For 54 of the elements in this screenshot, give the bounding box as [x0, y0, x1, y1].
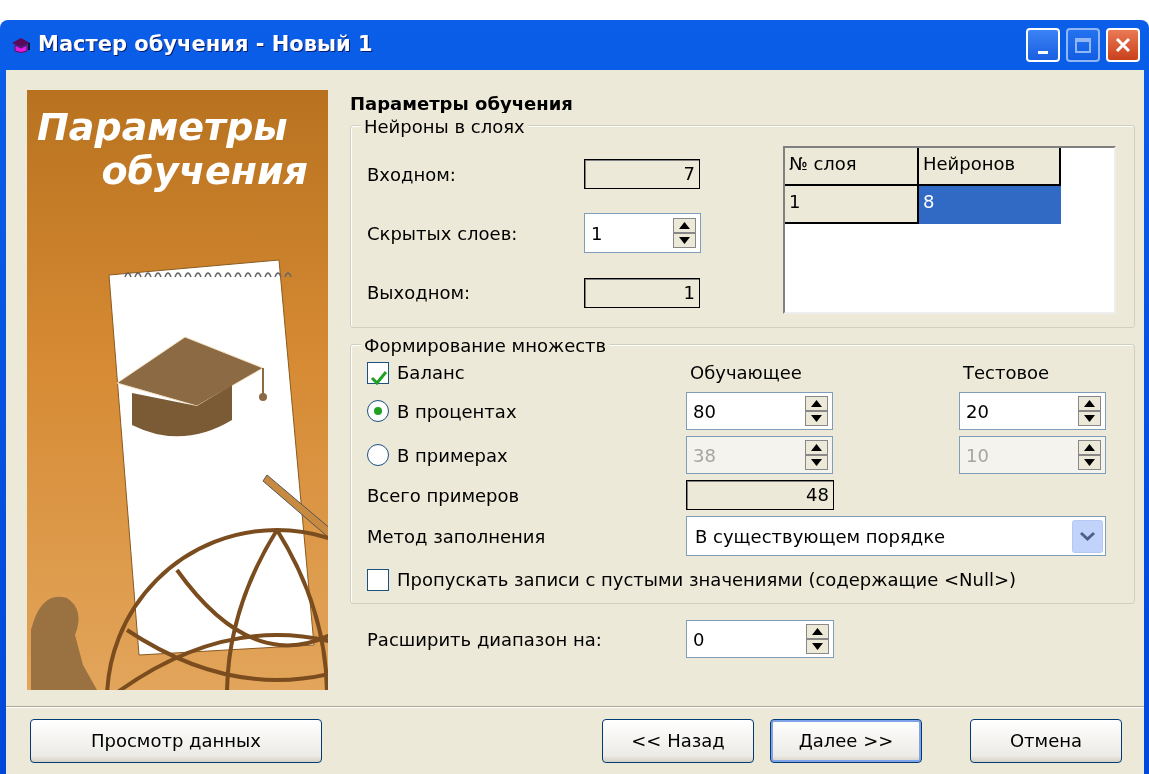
checkbox[interactable]: [367, 568, 389, 591]
checkbox-label: Баланс: [397, 361, 465, 385]
checkbox[interactable]: [367, 361, 389, 384]
table-cell[interactable]: 8: [919, 186, 1061, 224]
field-value: 0: [693, 627, 706, 652]
page-title: Параметры обучения: [350, 92, 574, 116]
close-button[interactable]: [1106, 28, 1140, 62]
spin-arrows-icon[interactable]: [805, 396, 828, 426]
row-header: 1: [785, 186, 919, 224]
banner-title: Параметры: [37, 108, 288, 146]
field-label: Расширить диапазон на:: [367, 627, 603, 652]
field-label: Выходном:: [367, 281, 472, 306]
column-label: Тестовое: [962, 361, 1051, 385]
dialog-button[interactable]: << Назад: [602, 718, 754, 763]
field-label: Входном:: [367, 162, 457, 187]
number-field[interactable]: 0: [686, 620, 834, 658]
field-value: 38: [693, 443, 717, 468]
field-value: 1: [591, 222, 604, 246]
field-value: 20: [966, 399, 990, 424]
readonly-field: 7: [584, 159, 700, 190]
window-title: Мастер обучения - Новый 1: [38, 31, 373, 59]
column-header[interactable]: Нейронов: [919, 148, 1061, 186]
dialog-button[interactable]: Отмена: [970, 718, 1122, 763]
banner-title: обучения: [101, 152, 308, 190]
field-label: Всего примеров: [367, 483, 521, 508]
checkbox-label: Пропускать записи с пустыми значениями (содержащие <Null>): [397, 568, 1017, 592]
minimize-button[interactable]: [1026, 28, 1060, 62]
maximize-icon: [1074, 36, 1092, 54]
field-label: Метод заполнения: [367, 524, 547, 549]
minimize-icon: [1038, 50, 1048, 54]
spin-arrows-icon[interactable]: [806, 624, 829, 654]
readonly-field: 1: [584, 277, 700, 308]
radio-button[interactable]: [367, 400, 389, 422]
spin-arrows-icon[interactable]: [1078, 396, 1101, 426]
field-value: 80: [693, 399, 717, 424]
radio-button[interactable]: [367, 444, 389, 466]
spin-arrows-icon[interactable]: [673, 218, 696, 249]
number-field[interactable]: 20: [959, 392, 1106, 430]
group-legend: Нейроны в слоях: [361, 113, 528, 140]
dropdown-value: В существующем порядке: [695, 524, 946, 549]
number-field[interactable]: 80: [686, 392, 833, 430]
radio-label: В примерах: [397, 443, 508, 468]
field-label: Скрытых слоев:: [367, 222, 519, 246]
dialog-button[interactable]: Просмотр данных: [30, 718, 322, 763]
field-value: 10: [966, 443, 990, 468]
radio-label: В процентах: [397, 399, 517, 424]
number-field[interactable]: 1: [584, 213, 701, 254]
dialog-button[interactable]: Далее >>: [770, 718, 922, 763]
close-icon: [1114, 36, 1132, 54]
dropdown-field[interactable]: В существующем порядке: [686, 516, 1106, 556]
graduation-cap-icon: [10, 35, 32, 55]
readonly-field: 48: [686, 480, 834, 510]
column-label: Обучающее: [689, 361, 803, 385]
column-header[interactable]: № слоя: [785, 148, 919, 186]
